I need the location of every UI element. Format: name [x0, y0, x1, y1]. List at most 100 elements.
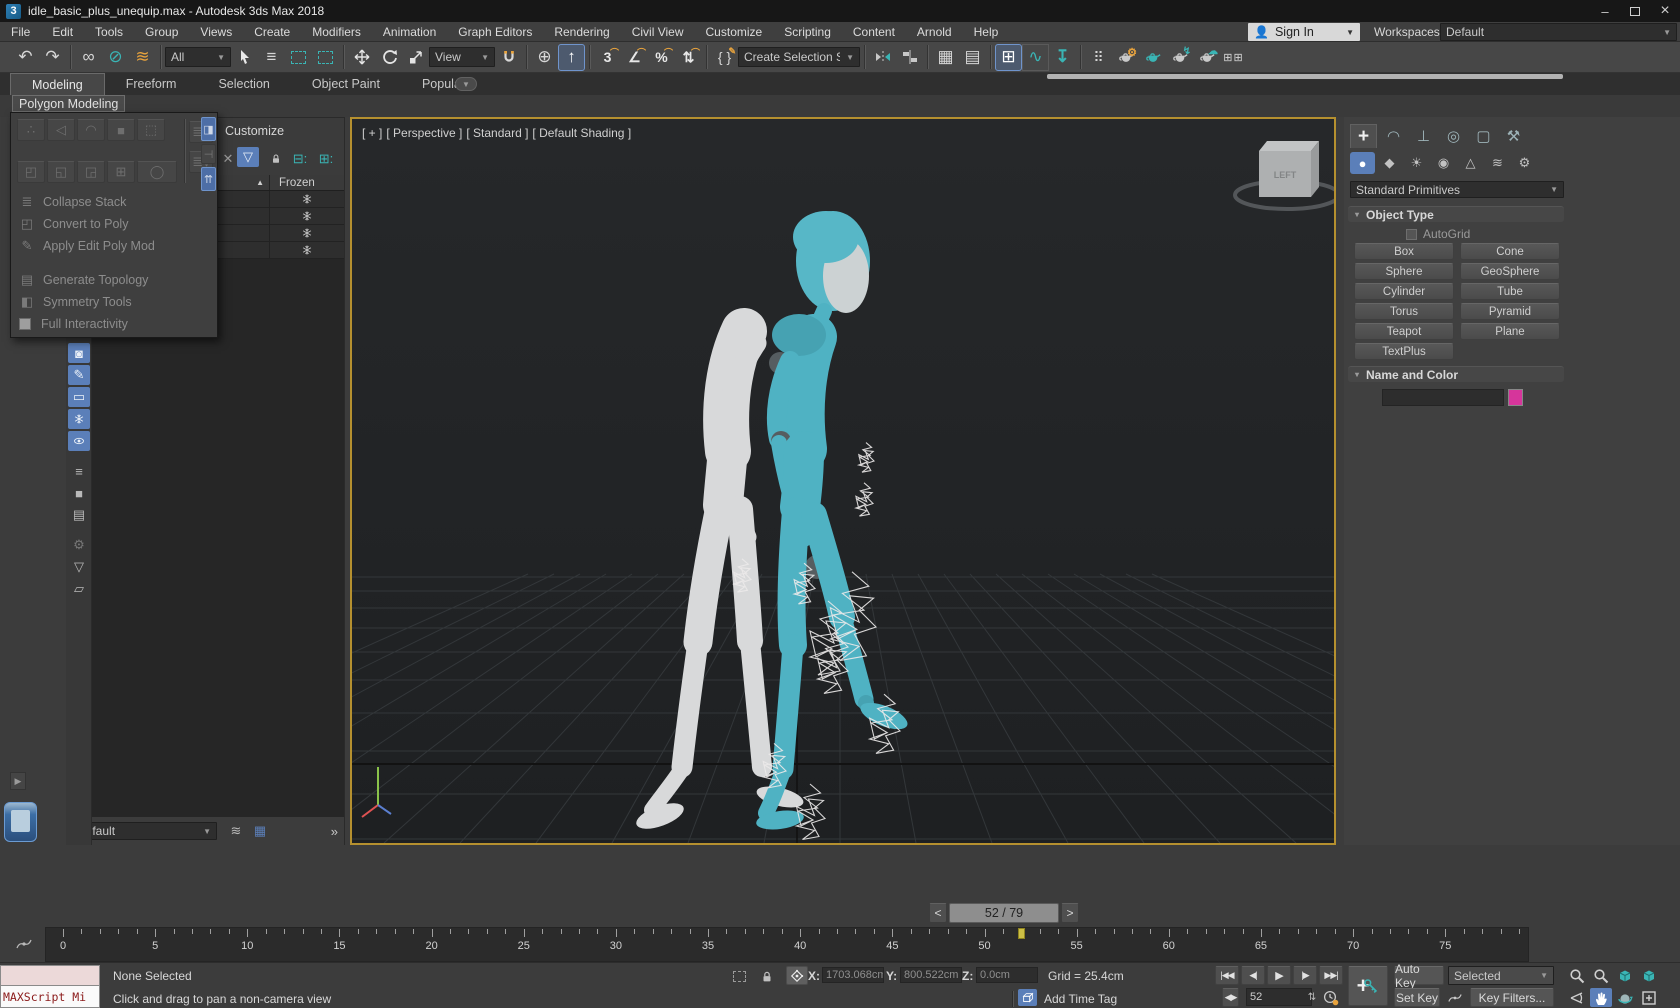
rendered-frame-window-button[interactable] [1139, 44, 1166, 71]
zoom-extents-button[interactable] [1614, 966, 1636, 985]
go-to-start-button[interactable]: |◀◀ [1215, 966, 1239, 985]
window-crossing-toggle[interactable] [312, 44, 339, 71]
primitive-category-dropdown[interactable]: Standard Primitives ▼ [1350, 181, 1564, 198]
go-to-end-button[interactable]: ▶▶| [1319, 966, 1343, 985]
menu-animation[interactable]: Animation [372, 22, 447, 42]
explorer-thumb-view-icon[interactable]: ■ [68, 483, 90, 503]
button-geosphere[interactable]: GeoSphere [1460, 263, 1560, 280]
tab-create[interactable]: + [1350, 124, 1377, 148]
set-keys-button[interactable]: + [1348, 966, 1388, 1006]
unlink-selection-button[interactable]: ⊘ [102, 44, 129, 71]
collapse-tree-icon[interactable]: ⊞: [315, 149, 337, 169]
expand-tree-icon[interactable]: ⊟: [289, 149, 311, 169]
category-cameras[interactable]: ◉ [1431, 152, 1456, 174]
menu-item-generate-topology[interactable]: ▤ Generate Topology [11, 269, 217, 291]
workspace-dropdown[interactable]: Default ▼ [1440, 23, 1677, 41]
select-by-name-button[interactable]: ≡ [258, 44, 285, 71]
menu-views[interactable]: Views [189, 22, 243, 42]
button-cylinder[interactable]: Cylinder [1354, 283, 1454, 300]
timeline-ruler[interactable]: 0 5 10 15 20 25 30 35 40 45 50 55 60 65 70 75 [45, 927, 1529, 962]
menu-file[interactable]: File [0, 22, 41, 42]
row-frozen-cell[interactable] [269, 208, 344, 224]
select-object-button[interactable] [231, 44, 258, 71]
button-tube[interactable]: Tube [1460, 283, 1560, 300]
category-shapes[interactable]: ◆ [1377, 152, 1402, 174]
active-layer-dropdown[interactable]: Default ▼ [71, 822, 217, 840]
explorer-filter-settings-icon[interactable]: ⚙ [68, 535, 90, 555]
angle-snap-button[interactable]: ∠ ⌒ [621, 44, 648, 71]
explorer-detail-view-icon[interactable]: ▤ [68, 505, 90, 525]
maximize-button[interactable] [1620, 1, 1650, 21]
menu-item-convert-to-poly[interactable]: ◰ Convert to Poly [11, 213, 217, 235]
keep-expanded-toggle[interactable]: ⇈ [201, 167, 216, 191]
button-teapot[interactable]: Teapot [1354, 323, 1454, 340]
viewport-menu-general[interactable]: [ + ] [362, 126, 382, 140]
row-frozen-cell[interactable] [269, 225, 344, 241]
category-lights[interactable]: ☀ [1404, 152, 1429, 174]
sign-in-button[interactable]: 👤 Sign In ▼ [1248, 23, 1360, 41]
maximize-viewport-toggle[interactable] [1638, 988, 1660, 1007]
viewport-menu-shading[interactable]: [ Default Shading ] [532, 126, 631, 140]
listener-script-row[interactable]: MAXScript Mi [1, 986, 99, 1007]
frame-spinner[interactable]: ⇅ [1306, 988, 1318, 1007]
previous-frame-button[interactable]: ◀| [1241, 966, 1265, 985]
spinner-snap-button[interactable]: ⇅ ⌒ [675, 44, 702, 71]
tab-freeform[interactable]: Freeform [105, 73, 198, 95]
menu-civil-view[interactable]: Civil View [621, 22, 695, 42]
time-tag-icon[interactable] [1018, 989, 1037, 1006]
redo-button[interactable]: ↷ [39, 44, 66, 71]
menu-item-full-interactivity[interactable]: Full Interactivity [11, 313, 217, 335]
more-tools-chevrons[interactable]: » [331, 824, 338, 839]
subobject-level-2-button[interactable]: ◁ [47, 119, 75, 141]
maxscript-mini-listener[interactable]: MAXScript Mi [0, 965, 100, 1008]
select-and-scale-button[interactable] [402, 44, 429, 71]
undo-button[interactable]: ↶ [12, 44, 39, 71]
curve-editor-button[interactable]: ∿ [1022, 43, 1049, 71]
toggle-ribbon-button[interactable]: ⊞ [995, 43, 1022, 71]
menu-edit[interactable]: Edit [41, 22, 84, 42]
layer-settings-icon[interactable]: ▦ [249, 821, 271, 841]
explorer-pick-icon[interactable]: ✎ [68, 365, 90, 385]
poly-tool-2-button[interactable]: ◱ [47, 161, 75, 183]
explorer-filter-button[interactable]: ▽ [237, 147, 259, 167]
menu-graph-editors[interactable]: Graph Editors [447, 22, 543, 42]
explorer-freeze-icon[interactable] [68, 409, 90, 429]
render-production-button[interactable]: ↯ [1166, 44, 1193, 71]
frozen-column-header[interactable]: Frozen [269, 175, 344, 190]
poly-tool-4-button[interactable]: ⊞ [107, 161, 135, 183]
row-frozen-cell[interactable] [269, 191, 344, 207]
z-coordinate-field[interactable]: 0.0cm [976, 967, 1038, 983]
row-frozen-cell[interactable] [269, 242, 344, 258]
selection-set-keying-dropdown[interactable]: Selected ▼ [1448, 966, 1554, 985]
tab-utilities[interactable]: ⚒ [1500, 124, 1527, 148]
snaps-toggle-button[interactable]: 3 ⌒ [594, 44, 621, 71]
panel-expand-arrow[interactable]: ▶ [10, 772, 26, 790]
menu-help[interactable]: Help [963, 22, 1010, 42]
menu-rendering[interactable]: Rendering [543, 22, 620, 42]
time-slider-value[interactable]: 52 / 79 [949, 903, 1059, 923]
lock-icon[interactable] [265, 149, 287, 169]
ribbon-options-button[interactable]: ▼ [455, 77, 477, 91]
orbit-button[interactable] [1614, 988, 1636, 1007]
button-pyramid[interactable]: Pyramid [1460, 303, 1560, 320]
field-of-view-button[interactable] [1566, 988, 1588, 1007]
menu-modifiers[interactable]: Modifiers [301, 22, 372, 42]
tab-modify[interactable]: ◠ [1380, 124, 1407, 148]
toggle-layer-explorer-button[interactable]: ▤ [959, 44, 986, 71]
category-space-warps[interactable]: ≋ [1485, 152, 1510, 174]
zoom-button[interactable] [1566, 966, 1588, 985]
viewport-menu-pov[interactable]: [ Perspective ] [386, 126, 462, 140]
viewport-menu-standard[interactable]: [ Standard ] [466, 126, 528, 140]
selection-brackets-icon[interactable] [728, 967, 750, 986]
close-icon[interactable]: ✕ [217, 149, 239, 169]
tab-hierarchy[interactable]: ⊥ [1410, 124, 1437, 148]
button-textplus[interactable]: TextPlus [1354, 343, 1454, 360]
render-setup-button[interactable]: ⚙ [1112, 44, 1139, 71]
pin-panel-button[interactable]: ⊣ [201, 144, 216, 164]
key-filters-button[interactable]: Key Filters... [1470, 988, 1554, 1007]
button-torus[interactable]: Torus [1354, 303, 1454, 320]
minimize-button[interactable]: – [1590, 1, 1620, 21]
menu-customize[interactable]: Customize [695, 22, 774, 42]
x-coordinate-field[interactable]: 1703.068cm [822, 967, 884, 983]
rectangular-selection-region-button[interactable] [285, 44, 312, 71]
